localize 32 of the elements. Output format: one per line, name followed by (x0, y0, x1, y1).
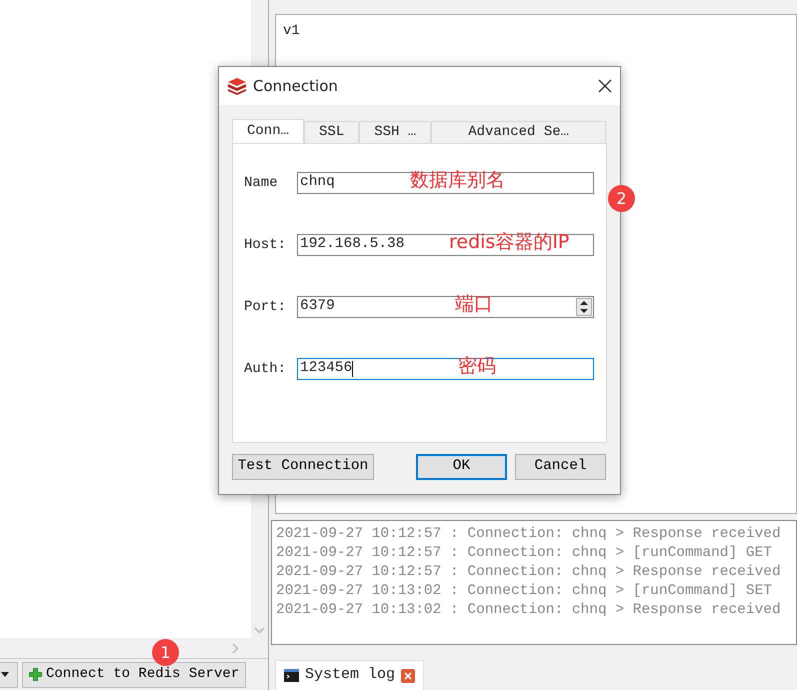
dialog-button[interactable]: Cancel (515, 454, 606, 480)
close-icon[interactable] (598, 79, 612, 93)
dialog-tab[interactable]: Conn… (232, 119, 304, 143)
caret-icon (1, 672, 9, 677)
system-log-tab[interactable]: System log (275, 660, 424, 690)
field-label: Name (244, 174, 279, 192)
spin-arrows-icon[interactable] (576, 298, 592, 316)
field-label: Host: (244, 236, 288, 254)
log-line: 2021-09-27 10:12:57 : Connection: chnq > [runCommand] GET (276, 544, 773, 563)
spin-box[interactable]: 6379 端口 (297, 296, 594, 318)
field-label: Auth: (244, 360, 288, 378)
dialog-tab[interactable]: SSH … (359, 121, 432, 143)
value-text: v1 (283, 23, 300, 39)
dropdown-button[interactable] (0, 662, 18, 688)
input-field[interactable]: chnq 数据库别名 (297, 172, 594, 194)
log-line: 2021-09-27 10:13:02 : Connection: chnq > Response received (276, 601, 782, 620)
log-line: 2021-09-27 10:13:02 : Connection: chnq > [runCommand] SET (276, 582, 773, 601)
dialog-title: Connection (253, 76, 338, 97)
input-field[interactable]: 192.168.5.38 redis容器的IP (297, 234, 594, 256)
dialog-button[interactable]: OK (416, 454, 507, 480)
log-line: 2021-09-27 10:12:57 : Connection: chnq > Response received (276, 525, 782, 544)
terminal-icon (284, 669, 299, 682)
dialog-button[interactable]: Test Connection (232, 454, 374, 480)
plus-icon (29, 668, 42, 681)
text-cursor (352, 361, 354, 377)
connect-button[interactable]: Connect to Redis Server (22, 662, 246, 688)
dialog-tab[interactable]: SSL (304, 121, 360, 143)
input-field[interactable]: 123456 密码 (297, 358, 594, 380)
dialog-tab[interactable]: Advanced Se… (431, 121, 606, 143)
log-line: 2021-09-27 10:12:57 : Connection: chnq > Response received (276, 563, 782, 582)
field-label: Port: (244, 298, 288, 316)
app-logo-icon (227, 77, 247, 95)
